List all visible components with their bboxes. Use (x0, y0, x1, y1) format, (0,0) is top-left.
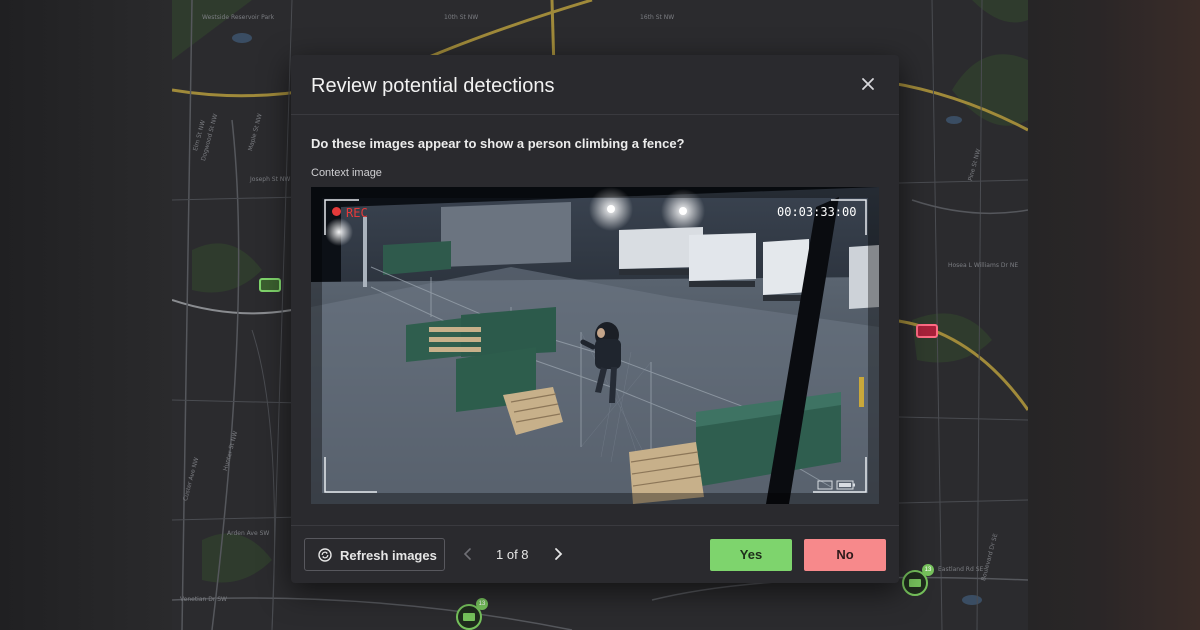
security-camera-scene (311, 187, 879, 504)
camera-cluster-icon[interactable]: 13 (456, 598, 488, 630)
pager-indicator: 1 of 8 (496, 547, 529, 562)
record-dot-icon (332, 207, 341, 216)
timecode: 00:03:33:00 (777, 205, 857, 219)
screen: Westside Reservoir Park 10th St NW 16th … (0, 0, 1200, 630)
map-label: Joseph St NW (250, 176, 291, 183)
refresh-icon (318, 548, 332, 562)
dialog-header: Review potential detections (291, 55, 899, 115)
camera-cluster-icon[interactable]: 13 (902, 564, 934, 596)
dialog-title: Review potential detections (311, 75, 555, 97)
map-label: Westside Reservoir Park (202, 14, 275, 21)
map-label: 16th St NW (640, 14, 675, 21)
left-backdrop (0, 0, 172, 630)
dialog-footer: Refresh images 1 of 8 Yes No (291, 525, 899, 583)
close-icon[interactable] (859, 75, 877, 93)
map-label: Eastland Rd SE (938, 566, 984, 573)
refresh-images-button[interactable]: Refresh images (304, 538, 445, 571)
review-dialog: Review potential detections Do these ima… (291, 55, 899, 583)
no-button[interactable]: No (804, 539, 886, 571)
cluster-count-badge: 13 (476, 598, 488, 610)
context-image-label: Context image (311, 167, 382, 179)
camera-alert-marker-icon[interactable] (916, 324, 938, 338)
map-label: 10th St NW (444, 14, 479, 21)
refresh-images-label: Refresh images (340, 548, 437, 563)
chevron-right-icon[interactable] (551, 546, 565, 562)
right-backdrop (1028, 0, 1200, 630)
rec-indicator: REC (346, 206, 368, 220)
chevron-left-icon[interactable] (461, 546, 475, 562)
detection-question: Do these images appear to show a person … (311, 136, 685, 151)
cluster-count-badge: 13 (922, 564, 934, 576)
camera-marker-icon[interactable] (259, 278, 281, 292)
yes-button[interactable]: Yes (710, 539, 792, 571)
map-label: Arden Ave SW (227, 530, 270, 537)
battery-icon (817, 477, 857, 490)
context-image: REC 00:03:33:00 (311, 187, 879, 504)
map-label: Hosea L Williams Dr NE (948, 262, 1019, 269)
map-label: Venetian Dr SW (180, 596, 227, 603)
